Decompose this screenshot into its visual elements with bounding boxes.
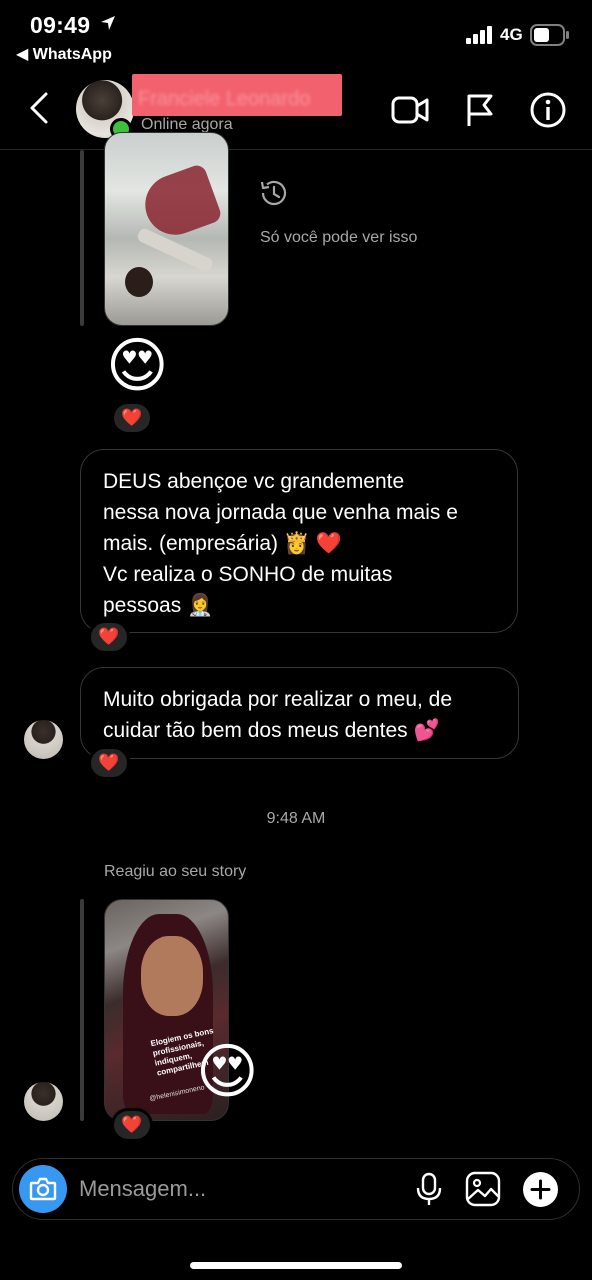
location-arrow-icon <box>100 15 116 36</box>
info-icon[interactable] <box>528 90 568 130</box>
message-line: DEUS abençoe vc grandemente <box>103 470 405 493</box>
reacted-to-story-label: Reagiu ao seu story <box>104 863 247 880</box>
message-line: Vc realiza o SONHO de muitas <box>103 563 393 586</box>
message-line: Muito obrigada por realizar o meu, de <box>103 688 453 711</box>
message-input[interactable] <box>79 1171 379 1207</box>
message-line: cuidar tão bem dos meus dentes 💕 <box>103 719 440 742</box>
sender-avatar[interactable] <box>24 720 63 759</box>
heart-reaction[interactable]: ❤️ <box>88 746 130 780</box>
portrait-face-shape <box>141 936 203 1016</box>
flag-icon[interactable] <box>460 90 500 130</box>
network-type: 4G <box>500 25 523 44</box>
back-chevron-icon[interactable] <box>26 90 56 126</box>
video-call-icon[interactable] <box>390 90 430 130</box>
heart-reaction[interactable]: ❤️ <box>111 401 153 435</box>
camera-icon[interactable] <box>19 1165 67 1213</box>
sender-avatar[interactable] <box>24 1082 63 1121</box>
message-bubble[interactable]: Muito obrigada por realizar o meu, de cu… <box>80 667 519 759</box>
heart-icon: ❤️ <box>98 627 120 646</box>
heart-icon: ❤️ <box>121 1115 143 1134</box>
heart-reaction[interactable]: ❤️ <box>111 1108 153 1142</box>
message-composer <box>12 1158 580 1220</box>
status-time: 09:49 <box>30 12 91 38</box>
heart-icon: ❤️ <box>98 753 120 772</box>
chat-header: Franciele Leonardo Online agora <box>0 72 592 150</box>
story-reply-line <box>80 899 84 1121</box>
signal-bars-icon <box>466 26 494 49</box>
gallery-icon[interactable] <box>465 1171 501 1207</box>
avatar-sticker <box>125 267 153 297</box>
only-you-can-see-note: Só você pode ver isso <box>260 229 418 246</box>
heart-reaction[interactable]: ❤️ <box>88 620 130 654</box>
story-thumbnail[interactable] <box>104 132 229 326</box>
history-icon <box>258 177 290 209</box>
message-line: nessa nova jornada que venha mais e <box>103 501 458 524</box>
message-bubble[interactable]: DEUS abençoe vc grandemente nessa nova j… <box>80 449 518 633</box>
battery-icon <box>530 24 570 51</box>
heart-eyes-emoji: 😍 <box>196 1038 259 1105</box>
microphone-icon[interactable] <box>411 1171 447 1207</box>
heart-icon: ❤️ <box>121 408 143 427</box>
message-line: mais. (empresária) 👸 ❤️ <box>103 532 342 555</box>
message-line: pessoas 👩‍⚕️ <box>103 594 214 617</box>
story-reply-line <box>80 150 84 326</box>
status-bar: 09:49 ◀ WhatsApp 4G <box>0 0 592 70</box>
message-timestamp: 9:48 AM <box>266 810 326 827</box>
plus-icon[interactable] <box>523 1172 558 1207</box>
back-to-app-link[interactable]: ◀ WhatsApp <box>16 44 112 64</box>
home-indicator[interactable] <box>190 1262 402 1269</box>
contact-name[interactable]: Franciele Leonardo <box>138 88 310 111</box>
heart-eyes-emoji: 😍 <box>106 332 169 399</box>
